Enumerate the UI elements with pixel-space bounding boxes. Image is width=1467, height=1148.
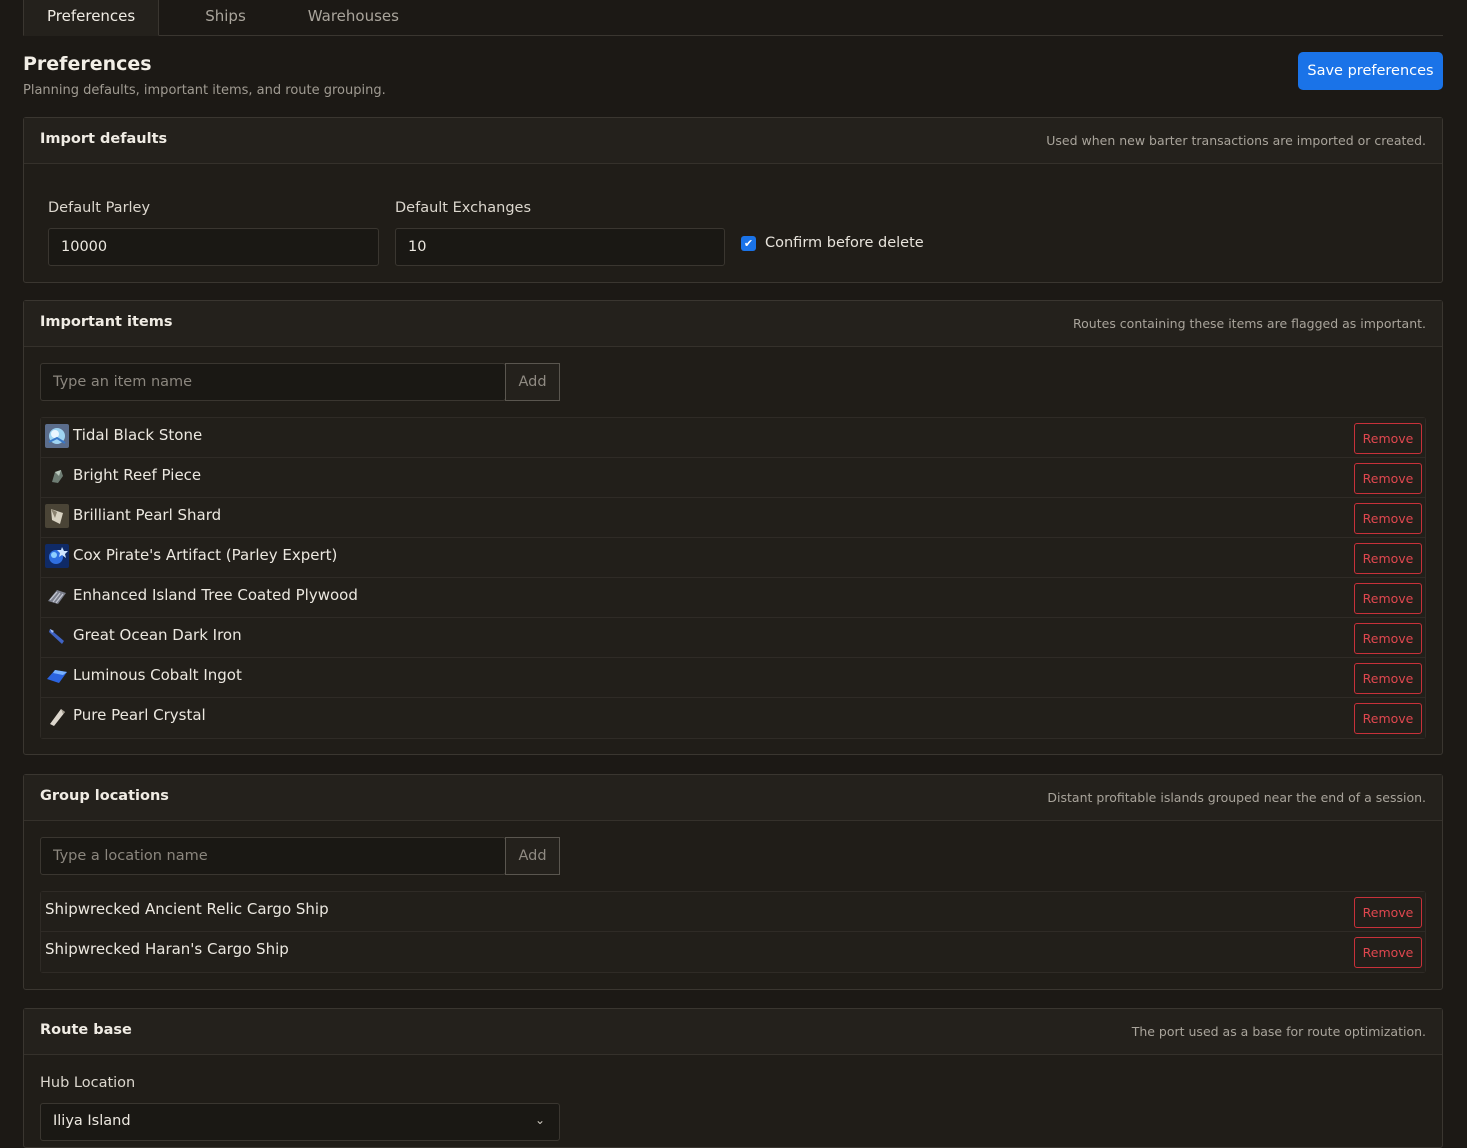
location-name-input[interactable] xyxy=(40,837,506,875)
black-stone-icon xyxy=(45,424,69,448)
page-title: Preferences xyxy=(23,53,152,75)
remove-location-button[interactable]: Remove xyxy=(1354,897,1422,928)
list-item: Shipwrecked Haran's Cargo Ship Remove xyxy=(41,932,1425,972)
location-name: Shipwrecked Haran's Cargo Ship xyxy=(45,940,289,958)
list-item: Great Ocean Dark Iron Remove xyxy=(41,618,1425,658)
add-location-button[interactable]: Add xyxy=(505,837,560,875)
item-name: Luminous Cobalt Ingot xyxy=(73,666,242,684)
list-item: Luminous Cobalt Ingot Remove xyxy=(41,658,1425,698)
add-item-button[interactable]: Add xyxy=(505,363,560,401)
import-defaults-header: Import defaults Used when new barter tra… xyxy=(24,118,1442,164)
item-name: Tidal Black Stone xyxy=(73,426,203,444)
list-item: Cox Pirate's Artifact (Parley Expert) Re… xyxy=(41,538,1425,578)
item-name: Bright Reef Piece xyxy=(73,466,202,484)
item-name-input[interactable] xyxy=(40,363,506,401)
tab-bar: Preferences Ships Warehouses xyxy=(23,0,1443,36)
group-locations-title: Group locations xyxy=(40,788,169,804)
remove-item-button[interactable]: Remove xyxy=(1354,583,1422,614)
default-exchanges-input[interactable] xyxy=(395,228,725,266)
import-defaults-title: Import defaults xyxy=(40,131,168,147)
artifact-icon xyxy=(45,544,69,568)
default-parley-label: Default Parley xyxy=(48,200,151,216)
important-items-card: Important items Routes containing these … xyxy=(23,300,1443,755)
group-locations-list: Shipwrecked Ancient Relic Cargo Ship Rem… xyxy=(40,891,1426,973)
route-base-title: Route base xyxy=(40,1022,132,1038)
remove-location-button[interactable]: Remove xyxy=(1354,937,1422,968)
remove-item-button[interactable]: Remove xyxy=(1354,463,1422,494)
route-base-card: Route base The port used as a base for r… xyxy=(23,1008,1443,1148)
list-item: Pure Pearl Crystal Remove xyxy=(41,698,1425,738)
pearl-shard-icon xyxy=(45,504,69,528)
save-preferences-button[interactable]: Save preferences xyxy=(1298,52,1443,90)
important-items-note: Routes containing these items are flagge… xyxy=(1073,316,1426,331)
remove-item-button[interactable]: Remove xyxy=(1354,503,1422,534)
route-base-header: Route base The port used as a base for r… xyxy=(24,1009,1442,1055)
hub-location-label: Hub Location xyxy=(40,1075,136,1091)
item-name: Brilliant Pearl Shard xyxy=(73,506,222,524)
list-item: Brilliant Pearl Shard Remove xyxy=(41,498,1425,538)
import-defaults-note: Used when new barter transactions are im… xyxy=(1046,133,1426,148)
list-item: Shipwrecked Ancient Relic Cargo Ship Rem… xyxy=(41,892,1425,932)
group-locations-card: Group locations Distant profitable islan… xyxy=(23,774,1443,990)
route-base-note: The port used as a base for route optimi… xyxy=(1131,1024,1426,1039)
remove-item-button[interactable]: Remove xyxy=(1354,623,1422,654)
pearl-crystal-icon xyxy=(45,704,69,728)
important-items-list: Tidal Black Stone Remove Bright Reef Pie… xyxy=(40,417,1426,739)
import-defaults-card: Import defaults Used when new barter tra… xyxy=(23,117,1443,283)
tab-ships[interactable]: Ships xyxy=(182,0,268,36)
default-exchanges-label: Default Exchanges xyxy=(395,200,531,216)
location-name: Shipwrecked Ancient Relic Cargo Ship xyxy=(45,900,329,918)
list-item: Tidal Black Stone Remove xyxy=(41,418,1425,458)
cobalt-ingot-icon xyxy=(45,664,69,688)
plywood-icon xyxy=(45,584,69,608)
reef-piece-icon xyxy=(45,464,69,488)
list-item: Enhanced Island Tree Coated Plywood Remo… xyxy=(41,578,1425,618)
important-items-header: Important items Routes containing these … xyxy=(24,301,1442,347)
hub-location-select[interactable]: Iliya Island ⌄ xyxy=(40,1103,560,1141)
remove-item-button[interactable]: Remove xyxy=(1354,703,1422,734)
confirm-delete-checkbox[interactable]: ✔ xyxy=(741,235,756,251)
dark-iron-icon xyxy=(45,624,69,648)
important-items-title: Important items xyxy=(40,314,173,330)
item-name: Great Ocean Dark Iron xyxy=(73,626,242,644)
item-name: Pure Pearl Crystal xyxy=(73,706,206,724)
item-name: Enhanced Island Tree Coated Plywood xyxy=(73,586,358,604)
confirm-delete-toggle[interactable]: ✔ Confirm before delete xyxy=(741,235,924,251)
default-parley-input[interactable] xyxy=(48,228,379,266)
checkmark-icon: ✔ xyxy=(743,236,754,250)
group-locations-note: Distant profitable islands grouped near … xyxy=(1047,790,1426,805)
remove-item-button[interactable]: Remove xyxy=(1354,663,1422,694)
page-subtitle: Planning defaults, important items, and … xyxy=(23,83,386,98)
remove-item-button[interactable]: Remove xyxy=(1354,423,1422,454)
group-locations-header: Group locations Distant profitable islan… xyxy=(24,775,1442,821)
confirm-delete-label: Confirm before delete xyxy=(765,235,924,251)
remove-item-button[interactable]: Remove xyxy=(1354,543,1422,574)
item-name: Cox Pirate's Artifact (Parley Expert) xyxy=(73,546,338,564)
tab-preferences[interactable]: Preferences xyxy=(23,0,160,36)
tab-warehouses[interactable]: Warehouses xyxy=(268,0,421,36)
hub-location-value: Iliya Island xyxy=(53,1113,131,1129)
list-item: Bright Reef Piece Remove xyxy=(41,458,1425,498)
